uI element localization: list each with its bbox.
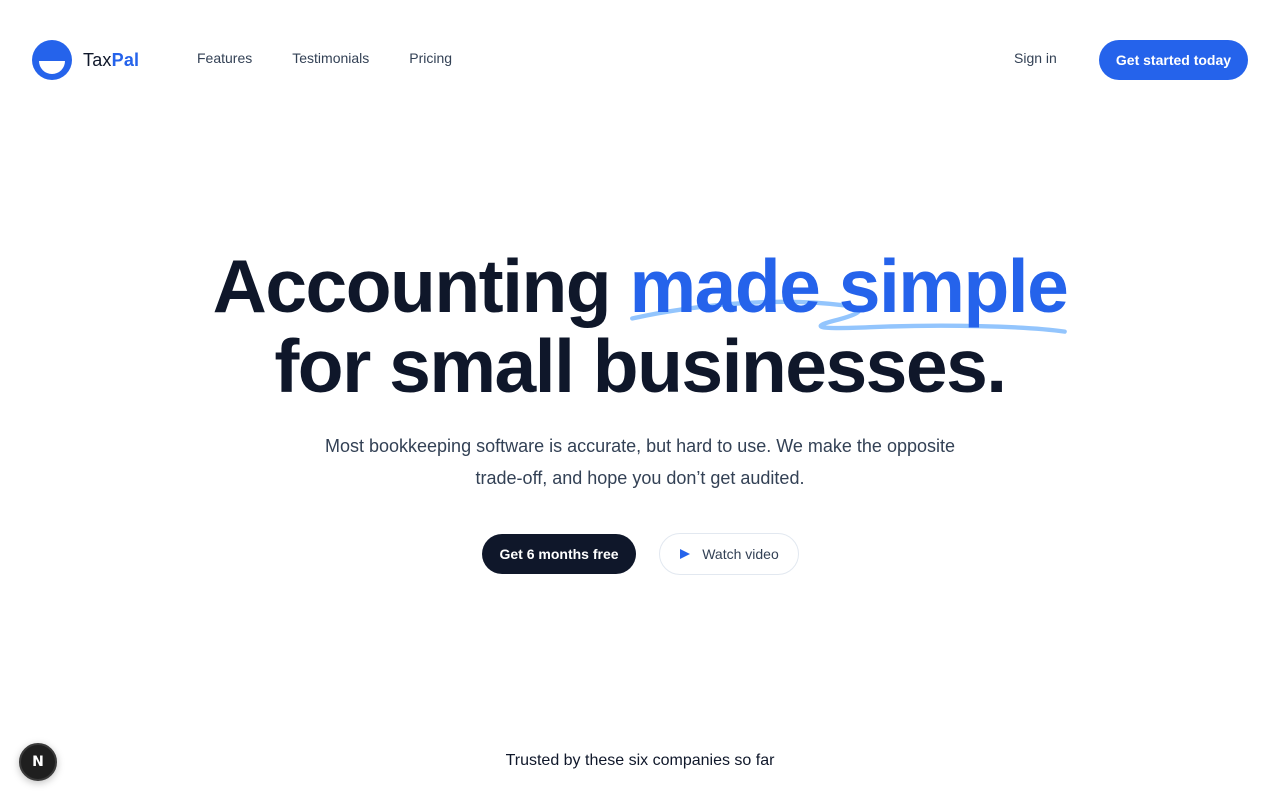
hero-title-accent: made simple bbox=[629, 244, 1068, 328]
trusted-by-text: Trusted by these six companies so far bbox=[505, 752, 775, 769]
site-header: TaxPal Features Testimonials Pricing Sig… bbox=[0, 0, 1280, 120]
logo-link[interactable]: TaxPal bbox=[32, 40, 139, 80]
get-started-button[interactable]: Get started today bbox=[1099, 40, 1248, 80]
play-icon bbox=[680, 549, 691, 559]
taxpal-logo-icon bbox=[32, 40, 72, 80]
hero-title: Accounting made simple for small busines… bbox=[0, 246, 1280, 406]
nav-testimonials[interactable]: Testimonials bbox=[276, 42, 385, 74]
hero-subtitle: Most bookkeeping software is accurate, b… bbox=[324, 436, 956, 488]
nav-features[interactable]: Features bbox=[181, 42, 268, 74]
nextjs-letter: N bbox=[32, 754, 44, 770]
hero-title-prefix: Accounting bbox=[212, 244, 612, 328]
hero-title-line2: for small businesses. bbox=[274, 324, 1007, 408]
logo-text: TaxPal bbox=[83, 49, 140, 70]
sign-in-link[interactable]: Sign in bbox=[998, 42, 1073, 74]
hero-title-accent-wrap: made simple bbox=[629, 244, 1069, 334]
watch-video-label: Watch video bbox=[702, 546, 779, 562]
get-6-months-free-button[interactable]: Get 6 months free bbox=[482, 534, 636, 574]
nextjs-icon[interactable]: N bbox=[19, 743, 57, 781]
nav-pricing[interactable]: Pricing bbox=[393, 42, 468, 74]
watch-video-button[interactable]: Watch video bbox=[659, 533, 799, 575]
main-nav: Features Testimonials Pricing bbox=[181, 42, 476, 74]
